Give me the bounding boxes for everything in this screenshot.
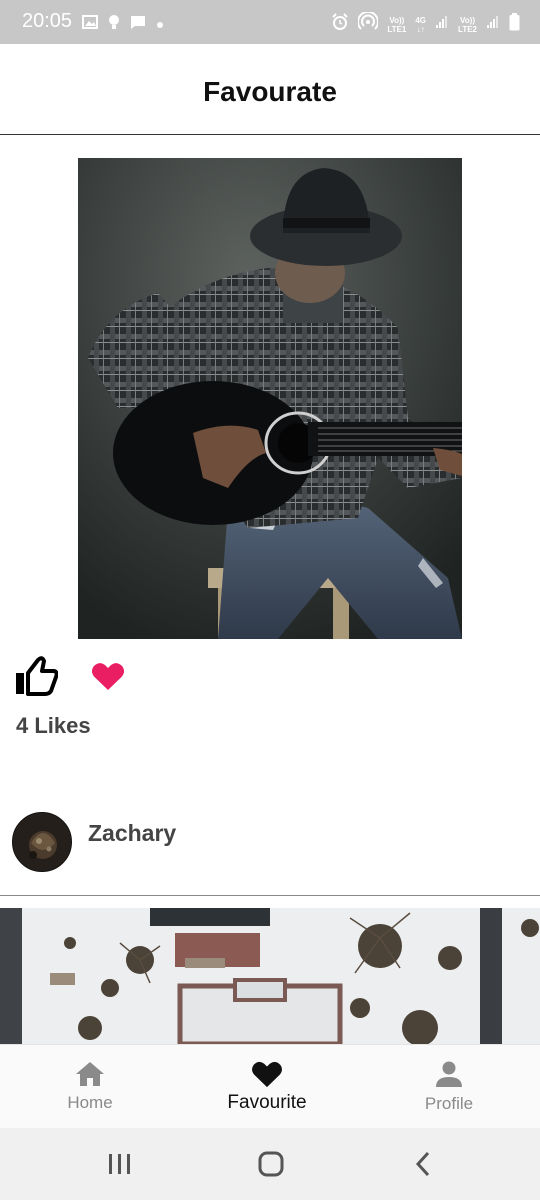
net-bottom: ↓↑ (416, 24, 425, 34)
battery-icon (509, 13, 520, 36)
chat-icon (130, 15, 146, 35)
post-actions (14, 654, 128, 698)
heart-icon (252, 1061, 282, 1088)
4g-icon: 4G ↓↑ (415, 16, 426, 34)
nav-profile-label: Profile (424, 1094, 474, 1113)
volte1-icon: Vo)) LTE1 (387, 16, 406, 34)
back-icon (415, 1151, 430, 1177)
post-image[interactable] (0, 908, 540, 1044)
bulb-icon (108, 14, 120, 35)
image-icon (82, 15, 98, 34)
signal2-icon (486, 15, 500, 34)
nav-home-label: Home (67, 1093, 113, 1112)
dot-icon (156, 16, 164, 34)
guitar-player-photo (78, 158, 462, 639)
page-title: Favourate (203, 76, 337, 107)
post-header: Zachary (0, 808, 540, 896)
favourite-button[interactable] (88, 656, 128, 696)
volte2-icon: Vo)) LTE2 (458, 16, 477, 34)
avatar[interactable] (12, 812, 72, 872)
system-home-button[interactable] (251, 1148, 291, 1180)
post-image[interactable] (78, 158, 462, 639)
heart-filled-icon (91, 663, 125, 690)
system-navigation-bar (0, 1128, 540, 1200)
likes-count: 4 Likes (16, 713, 91, 738)
status-bar: 20:05 Vo)) LTE1 4G ↓↑ Vo)) LTE2 (0, 0, 540, 44)
volte1-bottom: LTE1 (387, 24, 407, 34)
hotspot-icon (357, 10, 380, 37)
nav-home[interactable]: Home (30, 1045, 150, 1129)
like-button[interactable] (14, 654, 58, 698)
signal1-icon (435, 15, 449, 34)
thumbs-up-icon (16, 656, 58, 696)
home-icon (76, 1062, 104, 1086)
volte2-top: Vo)) (460, 15, 475, 25)
author-name[interactable]: Zachary (88, 820, 176, 847)
back-button[interactable] (403, 1148, 443, 1180)
volte2-bottom: LTE2 (458, 24, 477, 34)
status-left-icons (82, 14, 164, 35)
bottom-navigation: Home Favourite Profile (0, 1044, 540, 1128)
recents-icon (109, 1154, 130, 1174)
app-bar: Favourate (0, 44, 540, 135)
app-screen: 20:05 Vo)) LTE1 4G ↓↑ Vo)) LTE2 Favourat… (0, 0, 540, 1200)
nav-favourite[interactable]: Favourite (207, 1045, 327, 1129)
status-time: 20:05 (22, 10, 73, 32)
alarm-icon (331, 13, 349, 36)
avatar-image (13, 813, 71, 871)
favourites-feed[interactable]: 4 Likes Zachary (0, 136, 540, 1044)
volte1-top: Vo)) (389, 15, 405, 25)
home-circle-icon (258, 1151, 284, 1177)
nav-favourite-label: Favourite (227, 1092, 307, 1113)
net-top: 4G (415, 15, 427, 25)
nav-profile[interactable]: Profile (389, 1045, 509, 1129)
recents-button[interactable] (100, 1148, 140, 1180)
snowy-aerial-photo (0, 908, 540, 1044)
status-right-icons: Vo)) LTE1 4G ↓↑ Vo)) LTE2 (331, 10, 520, 37)
person-icon (436, 1061, 462, 1087)
